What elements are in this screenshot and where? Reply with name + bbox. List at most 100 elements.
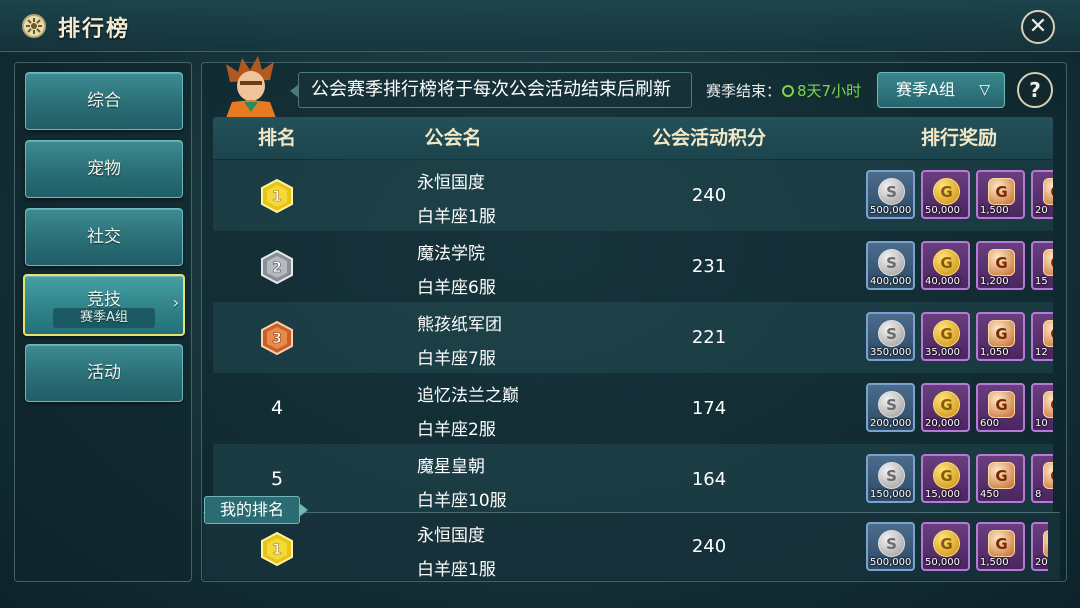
guild-emblem-icon: G (988, 249, 1015, 276)
top-bar: 排行榜 ✕ (0, 0, 1080, 52)
guild-score: 231 (691, 256, 727, 277)
guild-reward-icon: G (1043, 391, 1053, 418)
silver-coin-icon: S (878, 249, 905, 276)
reward-amount: 1,200 (980, 276, 1009, 287)
sidebar-item-overall[interactable]: 综合 (25, 72, 183, 130)
reward-amount: 500,000 (870, 557, 912, 568)
reward-list: S400,000G40,000G1,200G15 (866, 241, 1053, 293)
season-end-label: 赛季结束： (706, 82, 782, 100)
reward-amount: 10 (1035, 418, 1048, 429)
close-button[interactable]: ✕ (1021, 10, 1055, 44)
season-group-badge: 赛季A组 (53, 308, 155, 328)
sidebar-item-arena[interactable]: 竞技 赛季A组 › (23, 274, 185, 336)
guild-reward-icon: G (1043, 462, 1053, 489)
npc-avatar (218, 56, 284, 118)
table-row[interactable]: 2魔法学院白羊座6服231S400,000G40,000G1,200G15 (213, 231, 1053, 302)
reward-item[interactable]: G10 (1031, 383, 1053, 432)
gold-coin-icon: G (933, 249, 960, 276)
reward-amount: 50,000 (925, 205, 960, 216)
guild-server: 白羊座1服 (417, 560, 496, 580)
column-guild-name: 公会名 (424, 127, 482, 149)
guild-score: 240 (691, 185, 727, 206)
clock-icon (782, 85, 794, 97)
reward-amount: 20,000 (925, 418, 960, 429)
reward-amount: 150,000 (870, 489, 912, 500)
table-row[interactable]: 1永恒国度白羊座1服240S500,000G50,000G1,500G20 (213, 160, 1053, 231)
rank-cell: 3 (213, 302, 341, 373)
my-rank-row: 1 永恒国度 白羊座1服 240 S500,000G50,000G1,500G2… (203, 512, 1060, 580)
reward-item[interactable]: S 400,000 (866, 241, 915, 290)
guild-score: 240 (691, 536, 727, 557)
reward-item[interactable]: G 1,500 (976, 170, 1025, 219)
reward-item[interactable]: G 40,000 (921, 241, 970, 290)
table-row[interactable]: 3熊孩纸军团白羊座7服221S350,000G35,000G1,050G12 (213, 302, 1053, 373)
reward-item[interactable]: S 350,000 (866, 312, 915, 361)
table-row[interactable]: 4追忆法兰之巅白羊座2服174S200,000G20,000G600G10 (213, 373, 1053, 444)
gold-coin-icon: G (933, 530, 960, 557)
page-title: 排行榜 (58, 17, 131, 42)
reward-amount: 40,000 (925, 276, 960, 287)
guild-server: 白羊座1服 (417, 207, 496, 227)
reward-amount: 12 (1035, 347, 1048, 358)
reward-amount: 20 (1035, 557, 1048, 568)
reward-item[interactable]: G 1,050 (976, 312, 1025, 361)
guild-emblem-icon: G (988, 178, 1015, 205)
reward-item[interactable]: G 1,500 (976, 522, 1025, 571)
reward-amount: 450 (980, 489, 1000, 500)
reward-item[interactable]: S 500,000 (866, 522, 915, 571)
svg-text:1: 1 (272, 189, 282, 205)
chevron-right-icon: › (172, 293, 179, 312)
silver-coin-icon: S (878, 462, 905, 489)
reward-amount: 1,050 (980, 347, 1009, 358)
column-rewards: 排行奖励 (920, 127, 997, 149)
chevron-down-icon: ▽ (979, 82, 990, 98)
reward-item[interactable]: G 15,000 (921, 454, 970, 503)
sidebar: 综合 宠物 社交 竞技 赛季A组 › 活动 (14, 62, 192, 582)
reward-item[interactable]: G 1,200 (976, 241, 1025, 290)
reward-item[interactable]: G 35,000 (921, 312, 970, 361)
guild-name: 追忆法兰之巅 (417, 386, 519, 406)
reward-amount: 1,500 (980, 205, 1009, 216)
reward-item[interactable]: G 600 (976, 383, 1025, 432)
guild-name: 魔星皇朝 (417, 457, 485, 477)
reward-item[interactable]: G 20,000 (921, 383, 970, 432)
guild-reward-icon: G (1043, 178, 1053, 205)
reward-item[interactable]: G 50,000 (921, 522, 970, 571)
reward-item[interactable]: G 450 (976, 454, 1025, 503)
reward-item[interactable]: G12 (1031, 312, 1053, 361)
reward-item[interactable]: G20 (1031, 170, 1053, 219)
column-score: 公会活动积分 (651, 127, 766, 149)
reward-item[interactable]: S 500,000 (866, 170, 915, 219)
reward-item[interactable]: G 50,000 (921, 170, 970, 219)
reward-item[interactable]: G15 (1031, 241, 1053, 290)
rank-cell: 4 (270, 397, 284, 419)
silver-coin-icon: S (878, 391, 905, 418)
guild-name: 熊孩纸军团 (417, 315, 502, 335)
guild-server: 白羊座2服 (417, 420, 496, 440)
season-countdown: 8天7小时 (782, 80, 861, 101)
sidebar-item-pets[interactable]: 宠物 (25, 140, 183, 198)
sidebar-item-label: 竞技 (87, 290, 121, 310)
season-group-select[interactable]: 赛季A组 ▽ (877, 72, 1005, 108)
sidebar-item-social[interactable]: 社交 (25, 208, 183, 266)
sidebar-item-activity[interactable]: 活动 (25, 344, 183, 402)
guild-server: 白羊座10服 (417, 491, 507, 511)
reward-amount: 400,000 (870, 276, 912, 287)
table-row[interactable]: 5魔星皇朝白羊座10服164S150,000G15,000G450G8 (213, 444, 1053, 515)
reward-amount: 1,500 (980, 557, 1009, 568)
gold-rank-badge-icon: 1 (261, 532, 293, 566)
silver-coin-icon: S (878, 178, 905, 205)
gold-coin-icon: G (933, 178, 960, 205)
reward-item[interactable]: S 150,000 (866, 454, 915, 503)
reward-item[interactable]: S 200,000 (866, 383, 915, 432)
help-button[interactable]: ? (1017, 72, 1053, 108)
reward-item[interactable]: G8 (1031, 454, 1053, 503)
gold-coin-icon: G (933, 462, 960, 489)
reward-amount: 50,000 (925, 557, 960, 568)
reward-amount: 15,000 (925, 489, 960, 500)
badge-icon (22, 14, 46, 38)
guild-emblem-icon: G (988, 462, 1015, 489)
refresh-notice: 公会赛季排行榜将于每次公会活动结束后刷新 (290, 72, 692, 108)
silver-coin-icon: S (878, 530, 905, 557)
reward-item[interactable]: G20 (1031, 522, 1048, 571)
